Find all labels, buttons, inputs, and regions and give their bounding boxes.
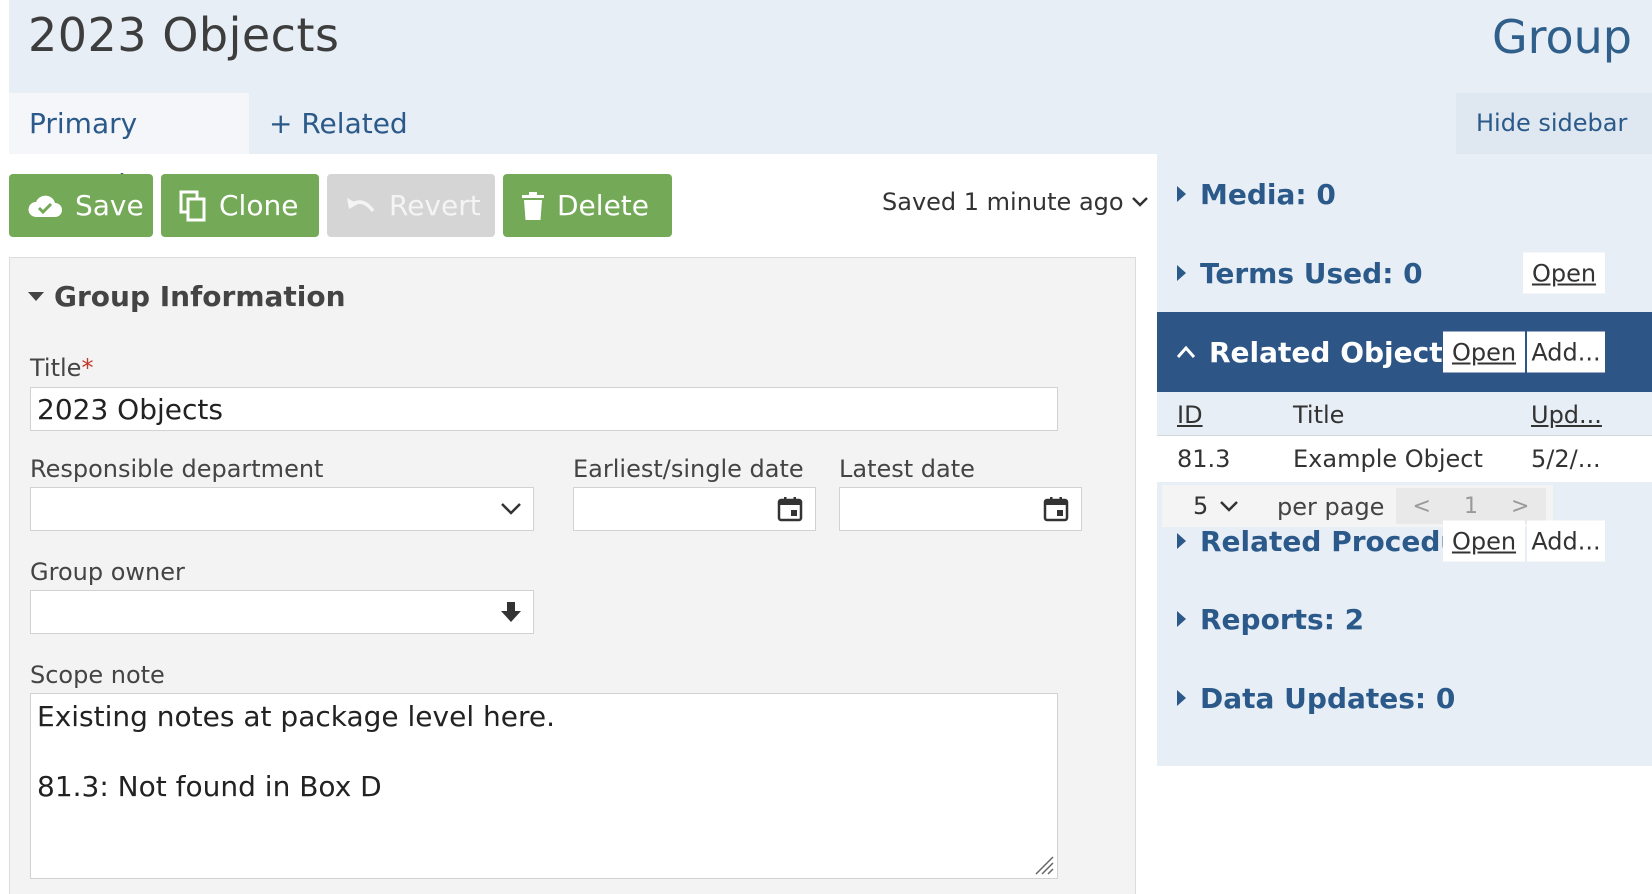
terms-used-title: Terms Used: 0 (1200, 256, 1423, 290)
delete-button[interactable]: Delete (503, 174, 672, 237)
caret-right-icon (1177, 186, 1186, 202)
page-title: 2023 Objects (28, 8, 340, 62)
related-procedures-open-button[interactable]: Open (1443, 520, 1525, 562)
resize-handle-icon[interactable] (1032, 853, 1054, 875)
reports-title: Reports: 2 (1200, 602, 1365, 636)
scope-note-line: Existing notes at package level here. (37, 700, 555, 733)
chevron-up-icon (1177, 346, 1195, 358)
trash-icon (522, 191, 544, 220)
title-label: Title* (30, 354, 93, 382)
clone-button-label: Clone (219, 189, 299, 222)
undo-icon (347, 197, 375, 212)
record-type-label: Group (1491, 10, 1632, 64)
section-toggle-group-information[interactable]: Group Information (28, 280, 346, 313)
saved-status-text: Saved 1 minute ago (882, 188, 1124, 216)
sidebar-section-terms-used: Terms Used: 0 Open (1157, 234, 1652, 312)
page-header: 2023 Objects Group (9, 0, 1652, 93)
hide-sidebar-button[interactable]: Hide sidebar > (1456, 93, 1652, 198)
related-objects-add-button[interactable]: Add... (1527, 331, 1605, 373)
caret-right-icon (1177, 690, 1186, 706)
terms-used-toggle[interactable]: Terms Used: 0 (1157, 257, 1423, 290)
group-information-panel: Group Information Title* 2023 Objects Re… (9, 257, 1136, 894)
caret-right-icon (1177, 265, 1186, 281)
department-select[interactable] (30, 487, 534, 531)
arrow-down-icon (501, 601, 521, 623)
latest-date-input[interactable] (839, 487, 1082, 531)
title-input[interactable]: 2023 Objects (30, 387, 1058, 431)
column-header-updated[interactable]: Upd... (1531, 401, 1602, 429)
scope-note-line: 81.3: Not found in Box D (37, 770, 382, 803)
related-procedures-add-button[interactable]: Add... (1527, 520, 1605, 562)
scope-note-label: Scope note (30, 661, 165, 689)
row-title: Example Object (1293, 445, 1483, 473)
chevron-down-icon (1131, 197, 1148, 207)
caret-right-icon (1177, 533, 1186, 549)
row-updated: 5/2/... (1531, 445, 1601, 473)
reports-toggle[interactable]: Reports: 2 (1157, 603, 1364, 636)
tab-primary-record[interactable]: Primary Record (9, 93, 249, 201)
terms-used-open-button[interactable]: Open (1523, 252, 1605, 294)
revert-button-label: Revert (389, 189, 481, 222)
data-updates-toggle[interactable]: Data Updates: 0 (1157, 682, 1455, 715)
caret-right-icon (1177, 611, 1186, 627)
saved-status-dropdown[interactable]: Saved 1 minute ago (882, 188, 1148, 216)
sidebar-section-data-updates: Data Updates: 0 (1157, 658, 1652, 738)
group-owner-input[interactable] (30, 590, 534, 634)
department-label: Responsible department (30, 455, 324, 483)
clone-button[interactable]: Clone (161, 174, 319, 237)
sidebar-section-reports: Reports: 2 (1157, 580, 1652, 658)
scope-note-textarea[interactable]: Existing notes at package level here. 81… (30, 693, 1058, 879)
column-header-id[interactable]: ID (1177, 401, 1203, 429)
required-marker: * (81, 354, 94, 382)
row-id: 81.3 (1177, 445, 1231, 473)
title-label-text: Title (30, 354, 82, 382)
column-header-title: Title (1293, 401, 1345, 429)
related-objects-open-button[interactable]: Open (1443, 331, 1525, 373)
copy-icon (179, 190, 206, 221)
related-procedures-toggle[interactable]: Related Procedures (1157, 525, 1444, 558)
media-toggle[interactable]: Media: 0 (1157, 178, 1336, 211)
delete-button-label: Delete (557, 189, 649, 222)
media-title: Media: 0 (1200, 177, 1336, 211)
save-button[interactable]: Save (9, 174, 153, 237)
revert-button[interactable]: Revert (327, 174, 495, 237)
save-button-label: Save (75, 189, 144, 222)
sidebar-section-related-procedures: Related Procedures Open Add... (1157, 502, 1652, 580)
caret-down-icon (28, 291, 44, 301)
group-owner-label: Group owner (30, 558, 185, 586)
tab-bar: Primary Record + Related Hide sidebar > (9, 93, 1652, 201)
title-input-value: 2023 Objects (37, 392, 223, 426)
sidebar-section-related-objects: Related Objects: 1 Open Add... (1157, 312, 1652, 392)
data-updates-title: Data Updates: 0 (1200, 681, 1456, 715)
latest-date-label: Latest date (839, 455, 975, 483)
related-procedures-title: Related Procedures (1200, 524, 1444, 558)
sidebar-section-media: Media: 0 (1157, 154, 1652, 234)
calendar-icon[interactable] (1043, 496, 1069, 522)
tab-add-related[interactable]: + Related (249, 93, 428, 154)
cloud-check-icon (28, 195, 62, 217)
section-title: Group Information (54, 280, 346, 313)
chevron-down-icon (501, 503, 521, 515)
earliest-date-input[interactable] (573, 487, 816, 531)
calendar-icon[interactable] (777, 496, 803, 522)
earliest-date-label: Earliest/single date (573, 455, 804, 483)
sidebar: Media: 0 Terms Used: 0 Open Related Obje… (1157, 154, 1652, 894)
